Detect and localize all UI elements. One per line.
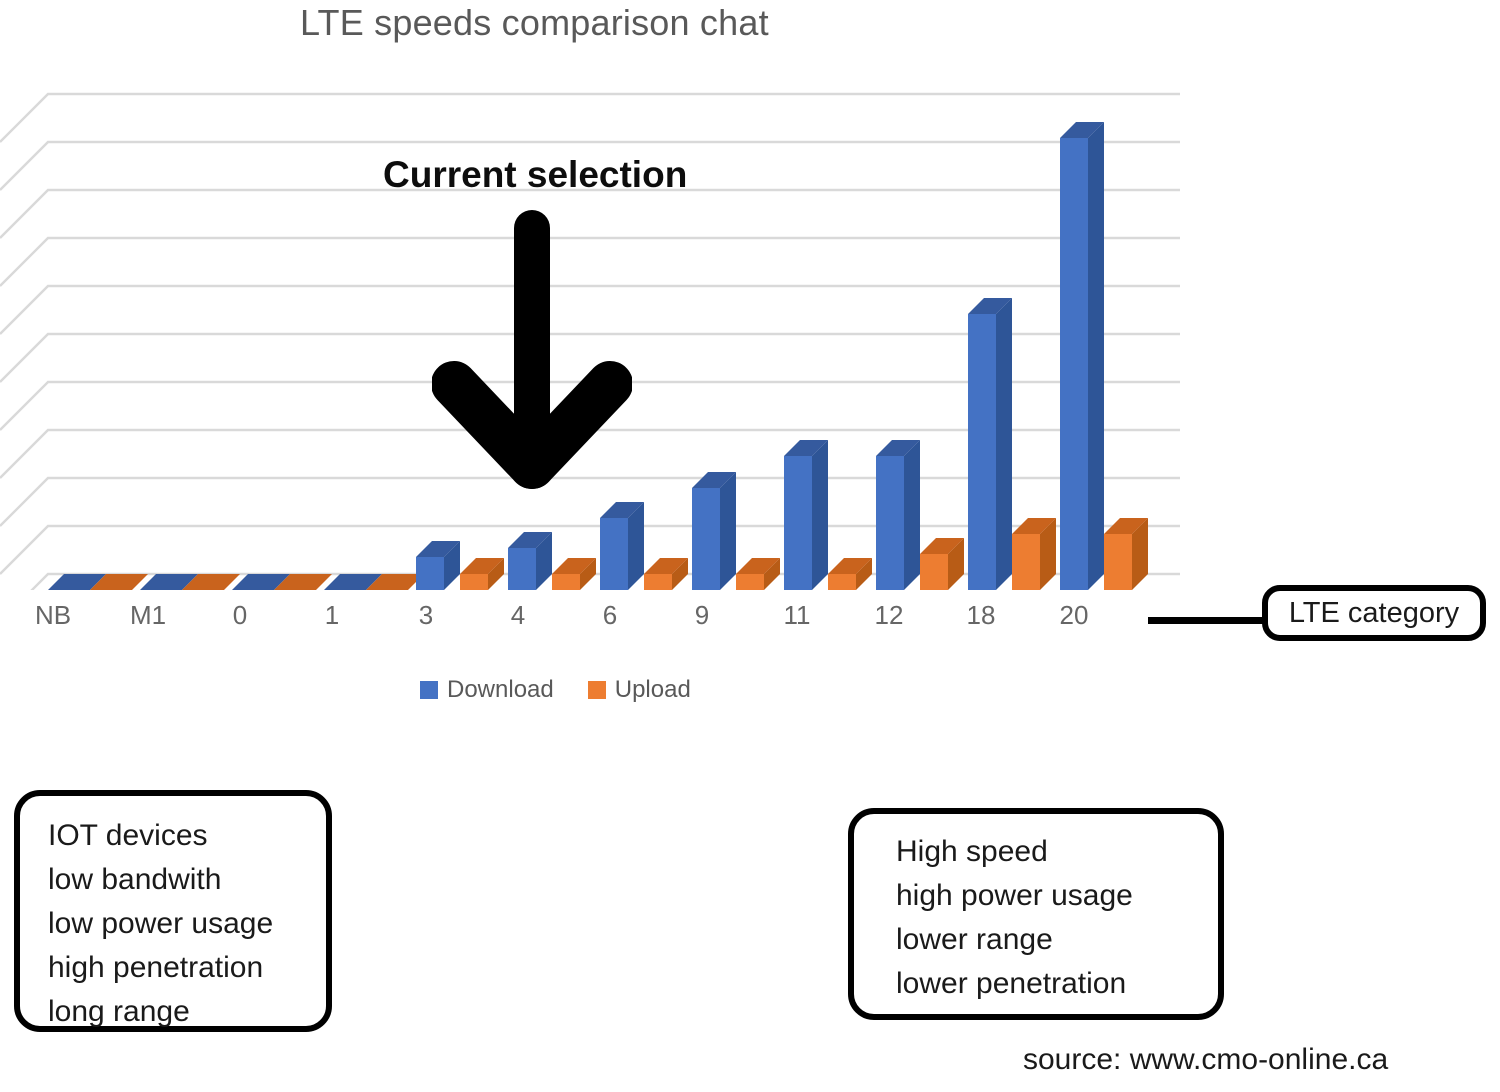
source-note: source: www.cmo-online.ca: [1023, 1043, 1389, 1076]
page-title: LTE speeds comparison chat: [300, 2, 769, 43]
orange-square-icon: [587, 681, 606, 699]
bar-upload-3[interactable]: [460, 558, 504, 590]
bar-download-NB[interactable]: [48, 574, 106, 590]
bar-upload-20[interactable]: [1104, 518, 1148, 590]
bar-download-4[interactable]: [508, 532, 552, 590]
callout-line: High speed: [896, 835, 1048, 868]
bar-front-face: [644, 574, 672, 590]
x-tick-11: 11: [783, 600, 811, 630]
bar-front-face: [416, 557, 444, 590]
bar-upload-1[interactable]: [366, 574, 424, 590]
bar-front-face: [692, 488, 720, 590]
x-tick-4: 4: [510, 600, 526, 630]
down-arrow-icon: [432, 210, 632, 489]
bar-front-face: [508, 548, 536, 590]
bar-side-face: [1088, 122, 1104, 590]
x-axis-tick-labels: NB M1 0 1 3 4 6 9 11 12 18 20: [0, 600, 1200, 644]
callout-line: low bandwith: [48, 863, 222, 897]
bar-front-face: [1012, 534, 1040, 590]
bar-download-1[interactable]: [324, 574, 382, 590]
x-tick-20: 20: [1059, 600, 1089, 630]
legend-label-download: Download: [447, 676, 554, 703]
bar-upload-NB[interactable]: [90, 574, 148, 590]
bar-front-face: [828, 574, 856, 590]
bar-side-face: [812, 440, 828, 590]
x-tick-1: 1: [324, 600, 340, 630]
bar-front-face: [1060, 138, 1088, 590]
bar-download-12[interactable]: [876, 440, 920, 590]
callout-line: high power usage: [896, 879, 1133, 913]
blue-square-icon: [420, 681, 438, 699]
bar-front-face: [736, 574, 764, 590]
bar-front-face: [876, 456, 904, 590]
bar-upload-4[interactable]: [552, 558, 596, 590]
bar-side-face: [904, 440, 920, 590]
x-tick-9: 9: [694, 600, 710, 630]
bar-upload-18[interactable]: [1012, 518, 1056, 590]
legend-label-upload: Upload: [614, 676, 691, 703]
x-tick-M1: M1: [129, 600, 167, 630]
bar-download-M1[interactable]: [140, 574, 198, 590]
callout-line: IOT devices: [48, 819, 208, 852]
bar-front-face: [600, 518, 628, 590]
x-tick-3: 3: [418, 600, 434, 630]
bar-front-face: [460, 574, 488, 590]
legend-item-download[interactable]: Download: [420, 676, 554, 704]
bar-upload-0[interactable]: [274, 574, 332, 590]
low-end-callout: IOT devices low bandwith low power usage…: [14, 790, 332, 1032]
x-tick-6: 6: [602, 600, 618, 630]
bar-upload-M1[interactable]: [182, 574, 240, 590]
lte-category-connector-line: [1148, 617, 1266, 624]
x-tick-18: 18: [966, 600, 996, 630]
lte-category-callout: LTE category: [1262, 585, 1486, 641]
lte-category-label: LTE category: [1288, 596, 1460, 629]
bar-download-11[interactable]: [784, 440, 828, 590]
x-tick-12: 12: [874, 600, 904, 630]
bar-front-face: [552, 574, 580, 590]
bar-upload-11[interactable]: [828, 558, 872, 590]
bar-upload-9[interactable]: [736, 558, 780, 590]
legend-item-upload[interactable]: Upload: [587, 676, 691, 704]
callout-line: high penetration: [48, 951, 264, 985]
bar-download-0[interactable]: [232, 574, 290, 590]
bar-download-20[interactable]: [1060, 122, 1104, 590]
callout-line: low power usage: [48, 907, 274, 941]
bar-download-18[interactable]: [968, 298, 1012, 590]
callout-line: lower range: [896, 923, 1053, 957]
bar-side-face: [996, 298, 1012, 590]
bar-upload-6[interactable]: [644, 558, 688, 590]
x-tick-NB: NB: [34, 600, 72, 630]
bar-side-face: [720, 472, 736, 590]
bar-front-face: [1104, 534, 1132, 590]
bar-download-6[interactable]: [600, 502, 644, 590]
bar-download-3[interactable]: [416, 541, 460, 590]
chart-page: LTE speeds comparison chat NB M1 0 1 3 4…: [0, 0, 1500, 1092]
bar-front-face: [784, 456, 812, 590]
bar-upload-12[interactable]: [920, 538, 964, 590]
callout-line: lower penetration: [896, 967, 1127, 1001]
x-tick-0: 0: [232, 600, 248, 630]
bar-front-face: [968, 314, 996, 590]
callout-line: long range: [48, 995, 190, 1029]
chart-legend: Download Upload: [420, 676, 691, 704]
bar-front-face: [920, 554, 948, 590]
current-selection-label: Current selection: [383, 154, 688, 195]
bar-download-9[interactable]: [692, 472, 736, 590]
high-end-callout: High speed high power usage lower range …: [848, 808, 1224, 1020]
